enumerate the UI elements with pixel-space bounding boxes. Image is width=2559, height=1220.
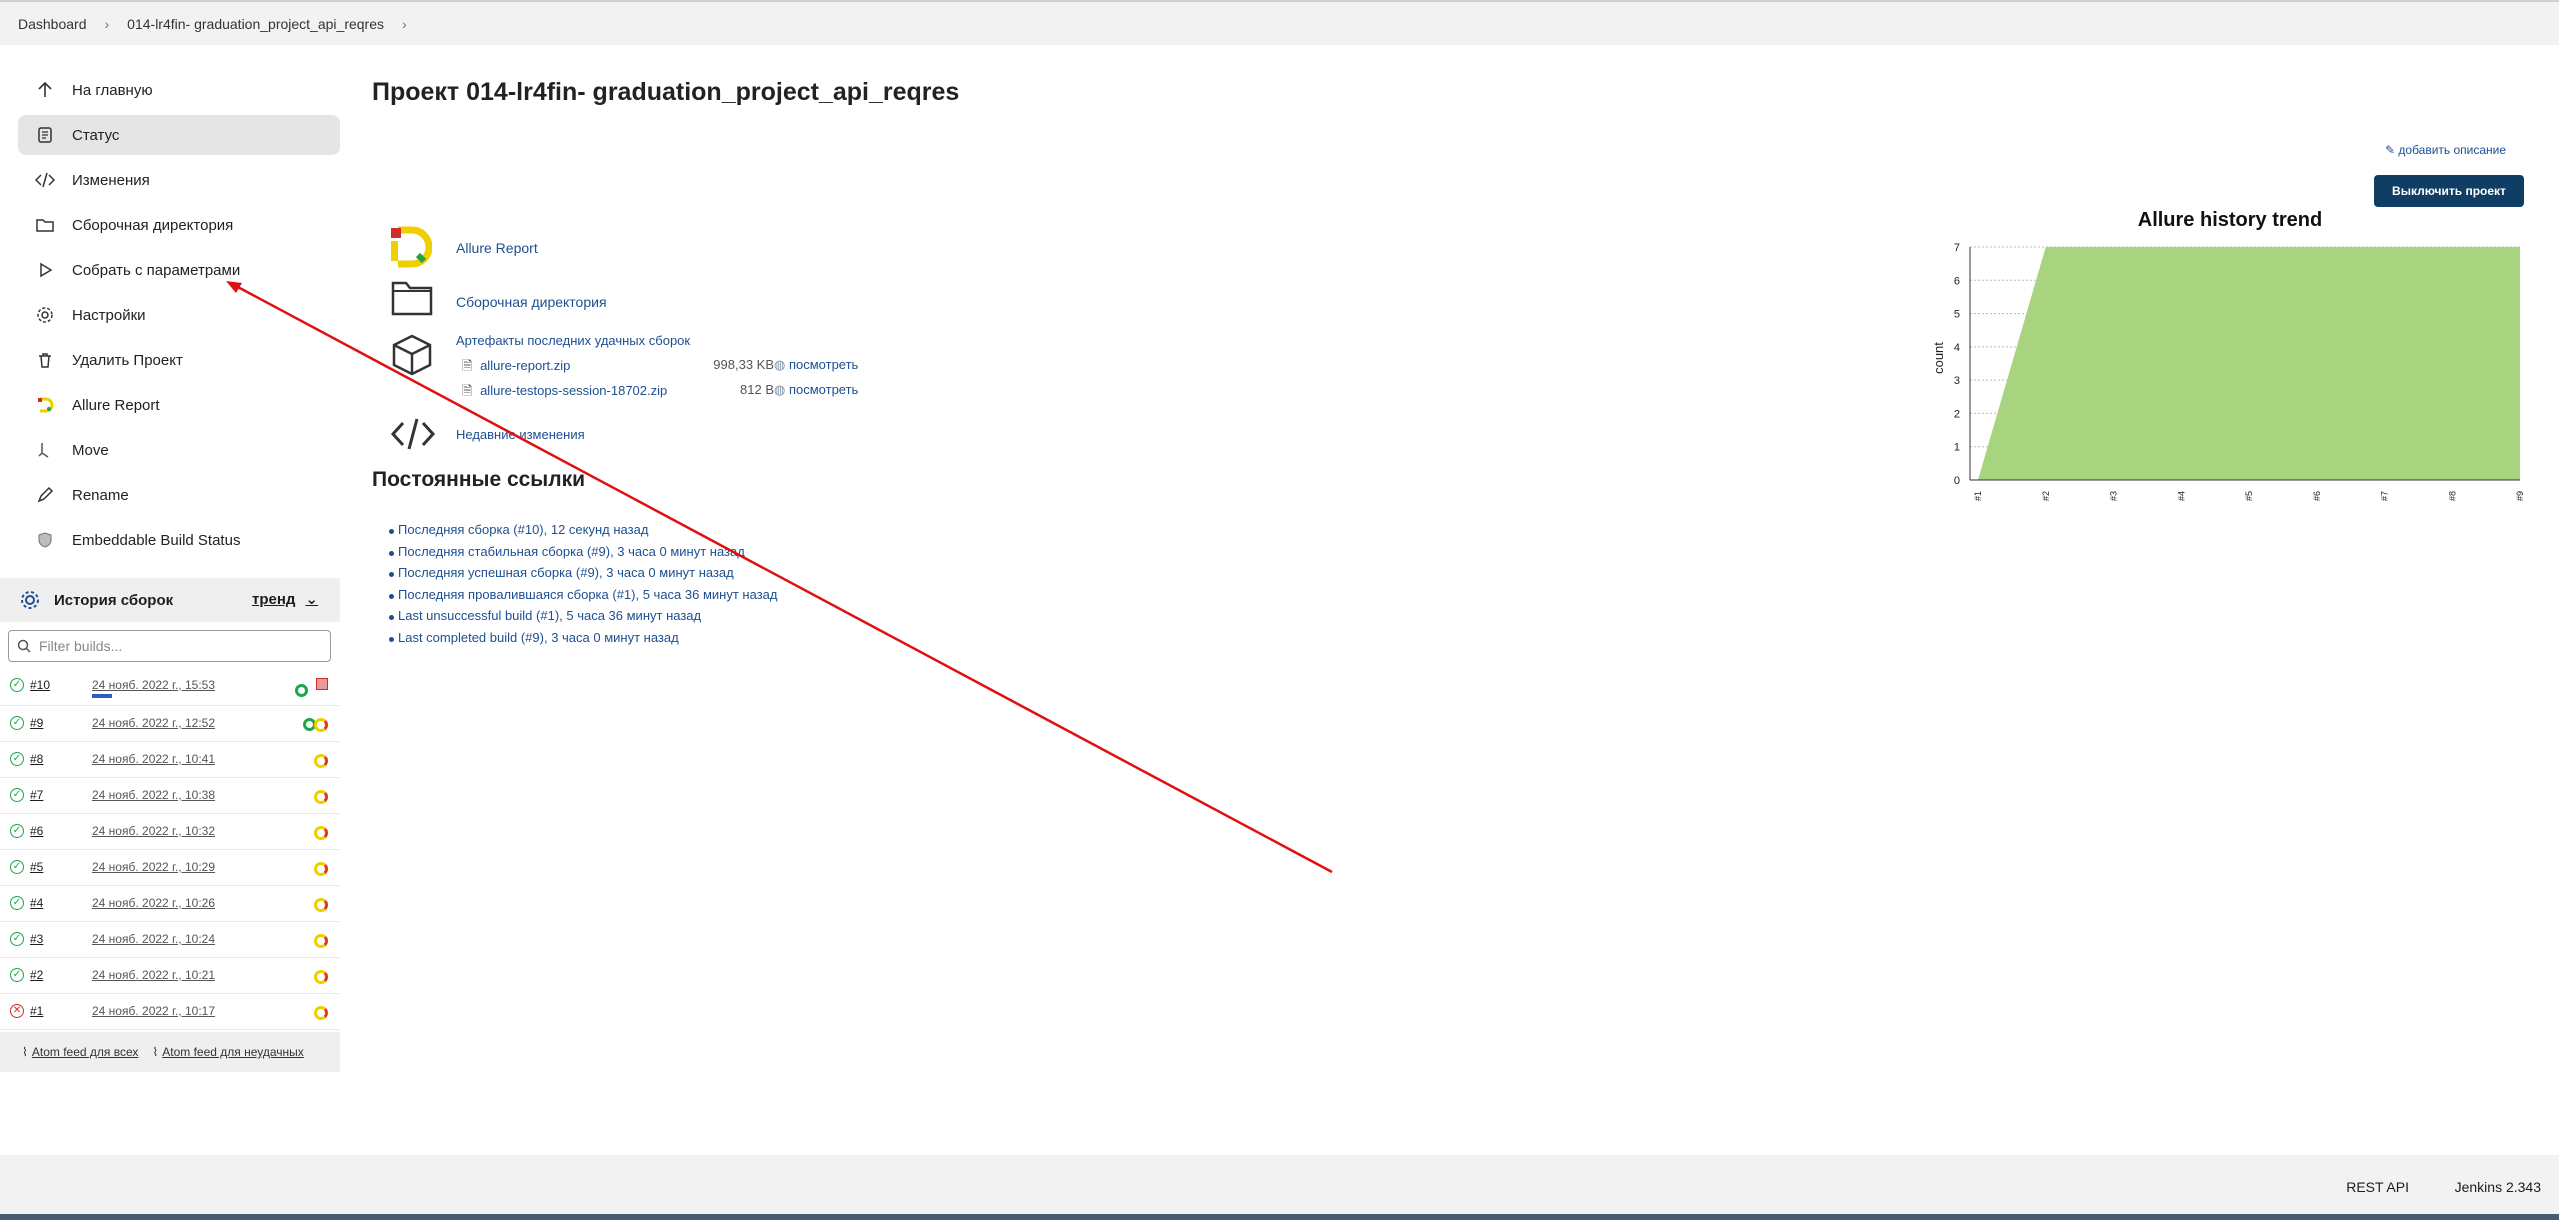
taskbar: [0, 1214, 2559, 1220]
jenkins-version[interactable]: Jenkins 2.343: [2455, 1179, 2541, 1195]
rest-api-link[interactable]: REST API: [2346, 1179, 2409, 1195]
footer: REST API Jenkins 2.343: [0, 1155, 2559, 1220]
annotation-arrow: [226, 281, 1333, 874]
